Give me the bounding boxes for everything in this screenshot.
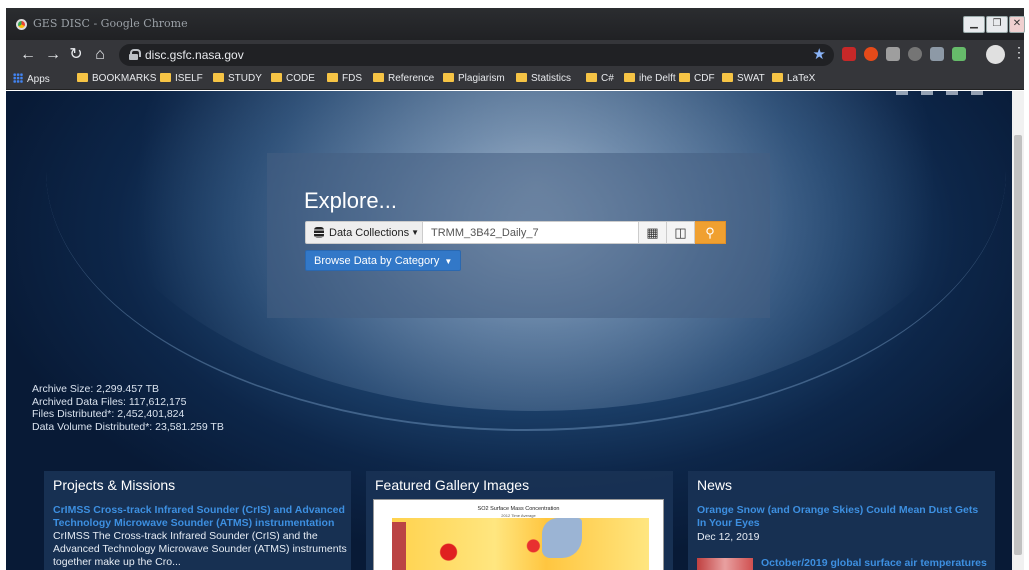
calendar-icon: ▦ xyxy=(646,225,659,240)
gallery-image[interactable]: SO2 Surface Mass Concentration 2012 Time… xyxy=(373,499,664,570)
archive-stats: Archive Size: 2,299.457 TB Archived Data… xyxy=(32,383,224,433)
folder-icon xyxy=(516,73,527,82)
map-land xyxy=(542,518,582,558)
scrollbar[interactable] xyxy=(1012,91,1024,570)
folder-icon xyxy=(160,73,171,82)
reload-icon[interactable]: ↻ xyxy=(66,45,86,65)
folder-icon xyxy=(772,73,783,82)
cast-extension-icon[interactable] xyxy=(908,47,922,61)
database-icon xyxy=(314,227,324,238)
header-icons-clipped xyxy=(896,91,996,95)
bookmark-plagiarism[interactable]: Plagiarism xyxy=(443,73,505,84)
bookmark-statistics[interactable]: Statistics xyxy=(516,73,571,84)
header-links-clipped xyxy=(31,91,391,94)
folder-icon xyxy=(77,73,88,82)
folder-icon xyxy=(586,73,597,82)
map-land xyxy=(392,522,406,570)
address-bar[interactable]: disc.gsfc.nasa.gov ★ xyxy=(119,44,834,66)
caret-down-icon: ▼ xyxy=(444,257,453,266)
project-link[interactable]: CrIMSS Cross-track Infrared Sounder (CrI… xyxy=(53,504,348,530)
calendar-button[interactable]: ▦ xyxy=(639,221,667,244)
data-collections-dropdown[interactable]: Data Collections ▼ xyxy=(305,221,423,244)
map-icon: ◫ xyxy=(674,225,687,240)
bookmarks-bar: Apps BOOKMARKS ISELF STUDY CODE FDS Refe… xyxy=(6,70,1024,90)
projects-title: Projects & Missions xyxy=(53,477,176,493)
search-icon: ⚲ xyxy=(705,225,715,240)
scrollbar-thumb[interactable] xyxy=(1014,135,1022,555)
news-title: News xyxy=(697,477,733,493)
folder-icon xyxy=(443,73,454,82)
bookmark-ihe-delft[interactable]: ihe Delft xyxy=(624,73,676,84)
news-item-link[interactable]: Orange Snow (and Orange Skies) Could Mea… xyxy=(697,504,989,530)
bookmark-csharp[interactable]: C# xyxy=(586,73,614,84)
bookmark-swat[interactable]: SWAT xyxy=(722,73,765,84)
close-button[interactable]: ✕ xyxy=(1009,16,1025,33)
bookmark-cdf[interactable]: CDF xyxy=(679,73,715,84)
news-item-link[interactable]: October/2019 global surface air temperat… xyxy=(761,557,987,570)
maximize-button[interactable]: ❐ xyxy=(986,16,1008,33)
folder-icon xyxy=(722,73,733,82)
map-button[interactable]: ◫ xyxy=(667,221,695,244)
project-description: CrIMSS The Cross-track Infrared Sounder … xyxy=(53,530,347,568)
window-title: GES DISC - Google Chrome xyxy=(33,17,188,30)
gallery-card: Featured Gallery Images SO2 Surface Mass… xyxy=(366,471,673,570)
projects-card: Projects & Missions CrIMSS Cross-track I… xyxy=(44,471,351,570)
bookmark-code[interactable]: CODE xyxy=(271,73,315,84)
caret-down-icon: ▼ xyxy=(411,228,420,237)
bookmark-reference[interactable]: Reference xyxy=(373,73,434,84)
bookmark-bookmarks[interactable]: BOOKMARKS xyxy=(77,73,156,84)
explore-title: Explore... xyxy=(304,188,397,213)
page-content: Explore... Data Collections ▼ ▦ ◫ ⚲ Brow… xyxy=(6,91,1024,570)
archive-size: Archive Size: 2,299.457 TB xyxy=(32,383,160,395)
lock-icon xyxy=(129,49,141,60)
chrome-icon xyxy=(16,19,27,30)
volume-distributed: Data Volume Distributed*: 23,581.259 TB xyxy=(32,420,224,433)
back-arrow-icon[interactable]: ← xyxy=(18,45,38,65)
gallery-image-title: SO2 Surface Mass Concentration xyxy=(477,506,560,512)
folder-icon xyxy=(213,73,224,82)
files-distributed: Files Distributed*: 2,452,401,824 xyxy=(32,408,185,420)
plane-extension-icon[interactable] xyxy=(930,47,944,61)
bookmark-fds[interactable]: FDS xyxy=(327,73,362,84)
profile-avatar[interactable] xyxy=(986,45,1005,64)
leaf-extension-icon[interactable] xyxy=(952,47,966,61)
bookmark-star-icon[interactable]: ★ xyxy=(813,45,826,63)
kebab-menu-icon[interactable]: ⋮ xyxy=(1012,44,1026,61)
bookmark-iself[interactable]: ISELF xyxy=(160,73,203,84)
bookmark-latex[interactable]: LaTeX xyxy=(772,73,815,84)
folder-icon xyxy=(327,73,338,82)
folder-icon xyxy=(373,73,384,82)
folder-icon xyxy=(624,73,635,82)
browser-toolbar: ← → ↻ ⌂ disc.gsfc.nasa.gov ★ ⋮ xyxy=(6,40,1026,70)
bookmark-apps[interactable]: Apps xyxy=(13,73,50,85)
flame-extension-icon[interactable] xyxy=(864,47,878,61)
forward-arrow-icon[interactable]: → xyxy=(43,45,63,65)
home-icon[interactable]: ⌂ xyxy=(90,45,110,65)
data-collections-label: Data Collections xyxy=(329,226,410,239)
so2-map xyxy=(392,518,649,570)
bookmark-study[interactable]: STUDY xyxy=(213,73,262,84)
folder-icon xyxy=(271,73,282,82)
screenshot-extension-icon[interactable] xyxy=(886,47,900,61)
folder-icon xyxy=(679,73,690,82)
search-button[interactable]: ⚲ xyxy=(695,221,726,244)
explore-panel: Explore... Data Collections ▼ ▦ ◫ ⚲ Brow… xyxy=(267,153,770,318)
news-thumbnail[interactable] xyxy=(697,558,753,570)
browse-by-category-button[interactable]: Browse Data by Category ▼ xyxy=(305,250,462,271)
news-card: News Orange Snow (and Orange Skies) Coul… xyxy=(688,471,995,570)
search-input[interactable] xyxy=(423,221,639,244)
search-row: Data Collections ▼ ▦ ◫ ⚲ xyxy=(305,221,726,244)
minimize-button[interactable]: ▁ xyxy=(963,16,985,33)
gallery-title: Featured Gallery Images xyxy=(375,477,530,493)
url-text[interactable]: disc.gsfc.nasa.gov xyxy=(145,48,244,62)
adblock-extension-icon[interactable] xyxy=(842,47,856,61)
apps-grid-icon xyxy=(13,73,23,83)
archived-files: Archived Data Files: 117,612,175 xyxy=(32,395,187,408)
window-titlebar: GES DISC - Google Chrome ▁ ❐ ✕ xyxy=(6,8,1025,40)
news-item-date: Dec 12, 2019 xyxy=(697,531,760,543)
browse-label: Browse Data by Category xyxy=(314,255,440,267)
